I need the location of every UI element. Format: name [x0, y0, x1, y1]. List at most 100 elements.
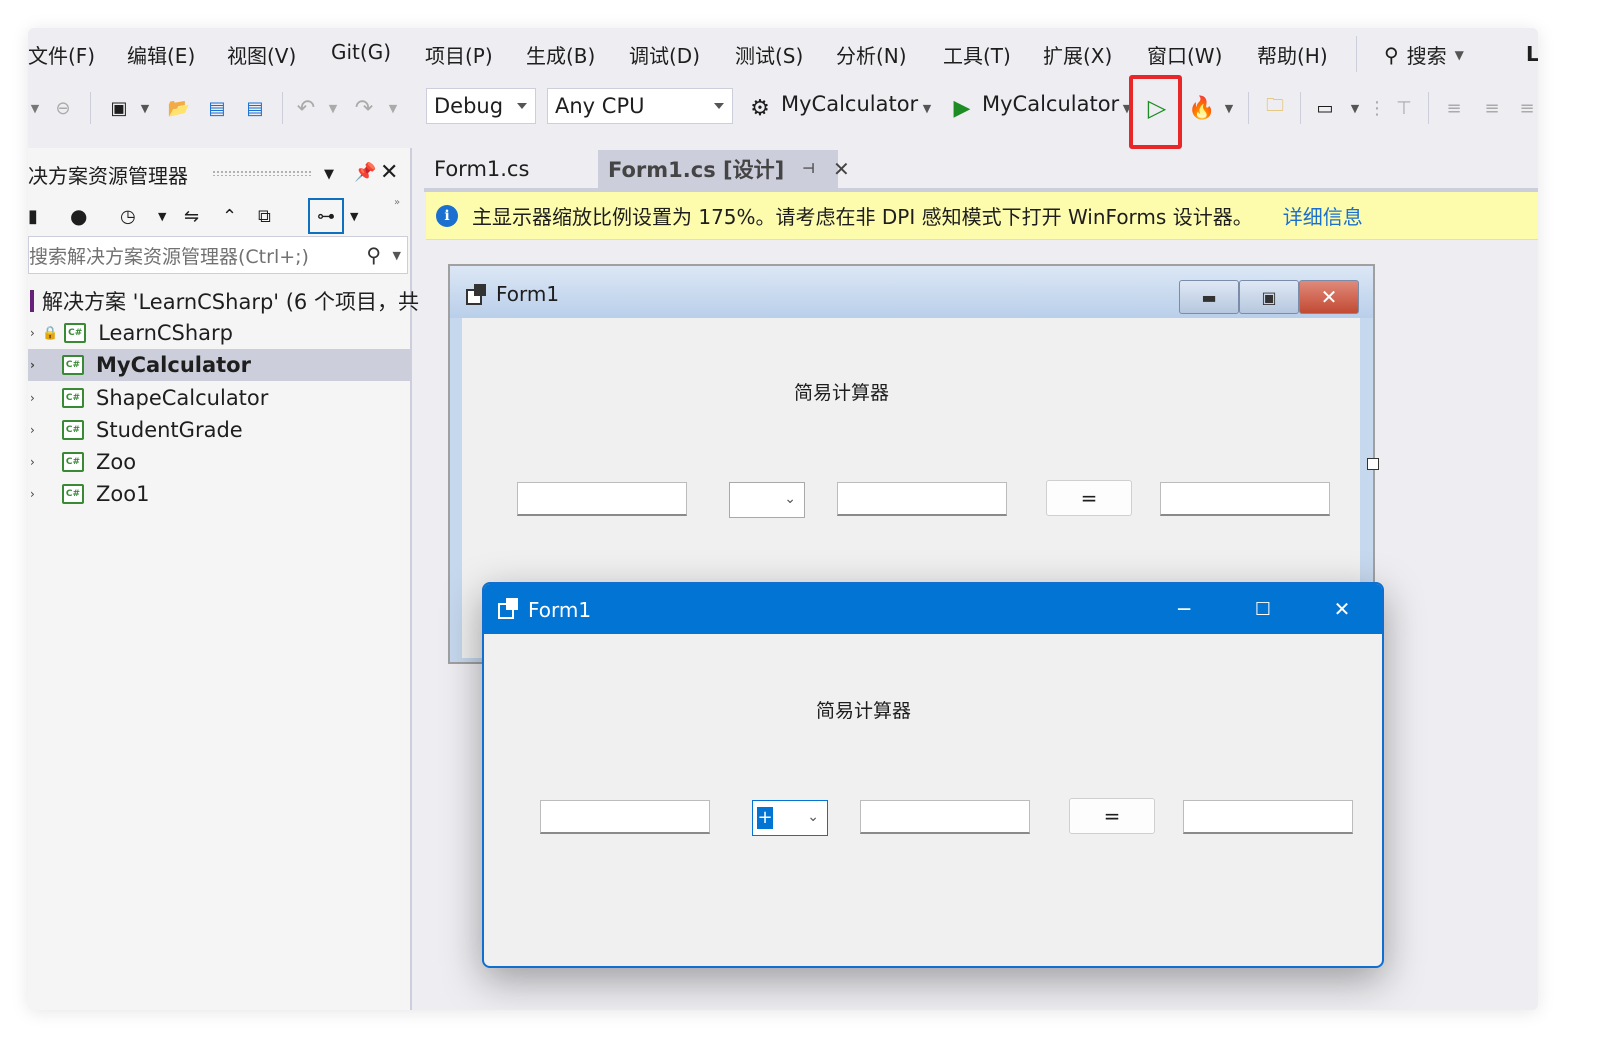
operand2-textbox[interactable]	[860, 800, 1030, 834]
history-icon[interactable]: ◷	[120, 202, 136, 230]
hot-reload-icon[interactable]: 🔥	[1188, 94, 1216, 122]
close-icon[interactable]: ✕	[380, 158, 398, 186]
solution-explorer-title: 决方案资源管理器	[28, 164, 188, 188]
grip-icon: ⋮	[1368, 97, 1386, 119]
running-form-title: Form1	[528, 598, 592, 622]
chevron-down-icon[interactable]: ▼	[324, 160, 334, 188]
minimize-icon[interactable]: ─	[1159, 594, 1209, 624]
chevron-down-icon[interactable]: ▼	[326, 94, 340, 122]
running-titlebar[interactable]: Form1 ─ ☐ ✕	[484, 584, 1382, 634]
operand1-textbox[interactable]	[540, 800, 710, 834]
operand2-textbox[interactable]	[837, 482, 1007, 516]
project-node[interactable]: › C# StudentGrade	[28, 414, 412, 446]
menu-file[interactable]: 文件(F)	[28, 40, 95, 69]
drag-grip[interactable]	[212, 170, 312, 176]
project-node[interactable]: › C# Zoo1	[28, 478, 412, 510]
project-node[interactable]: › 🔒 C# LearnCSharp	[28, 317, 412, 349]
home-icon[interactable]: ▮	[28, 202, 38, 230]
menu-test[interactable]: 测试(S)	[735, 40, 803, 69]
operand1-textbox[interactable]	[517, 482, 687, 516]
project-node-selected[interactable]: › C# MyCalculator	[28, 349, 412, 381]
configuration-dropdown[interactable]: Debug	[426, 88, 536, 124]
save-icon[interactable]: ▤	[202, 94, 232, 122]
expand-icon[interactable]: ›	[30, 455, 35, 469]
copy-icon[interactable]: ⧉	[258, 202, 271, 230]
calculator-label: 简易计算器	[816, 700, 912, 722]
chevron-down-icon[interactable]: ▼	[158, 202, 166, 230]
start-debugging-button[interactable]: MyCalculator	[982, 92, 1119, 116]
align-right-icon[interactable]: ≡	[1516, 94, 1538, 122]
equals-button[interactable]: =	[1069, 798, 1155, 834]
expand-icon[interactable]: ›	[30, 423, 35, 437]
globe-icon[interactable]: ●	[70, 202, 87, 230]
csharp-project-icon: C#	[64, 323, 87, 343]
chevron-down-icon[interactable]: ▼	[350, 202, 358, 230]
menu-window[interactable]: 窗口(W)	[1147, 40, 1222, 69]
menu-git[interactable]: Git(G)	[331, 40, 391, 64]
resize-handle[interactable]	[1367, 458, 1379, 470]
account-initial[interactable]: L	[1526, 42, 1538, 66]
expand-icon[interactable]: ›	[30, 487, 35, 501]
chevron-down-icon[interactable]: ▼	[386, 94, 400, 122]
undo-icon[interactable]: ↶	[292, 94, 320, 122]
calculator-label[interactable]: 简易计算器	[794, 378, 889, 405]
chevron-down-icon[interactable]: ▼	[1348, 94, 1362, 122]
expand-icon[interactable]: ›	[30, 358, 35, 372]
operator-combobox[interactable]: + ⌄	[752, 800, 828, 836]
close-icon: ✕	[1299, 280, 1359, 314]
back-dropdown-icon[interactable]: ▼	[28, 94, 42, 122]
expand-icon[interactable]: ›	[30, 326, 35, 340]
result-textbox[interactable]	[1160, 482, 1330, 516]
gear-icon[interactable]: ⚙	[746, 94, 774, 122]
menu-analyze[interactable]: 分析(N)	[836, 40, 907, 69]
result-textbox[interactable]	[1183, 800, 1353, 834]
equals-button[interactable]: =	[1046, 480, 1132, 516]
close-icon[interactable]: ✕	[833, 157, 850, 181]
align-center-icon[interactable]: ≡	[1480, 94, 1504, 122]
forward-icon[interactable]: ⊖	[50, 94, 76, 122]
pin-icon[interactable]: 📌	[354, 158, 376, 186]
solution-node[interactable]: 解决方案 'LearnCSharp' (6 个项目，共	[28, 285, 419, 317]
folder-search-icon[interactable]: 🗀	[1260, 94, 1290, 122]
browser-icon[interactable]: ▭	[1310, 94, 1340, 122]
more-info-link[interactable]: 详细信息	[1283, 201, 1363, 230]
menu-tools[interactable]: 工具(T)	[943, 40, 1011, 69]
layout-icon[interactable]: ⊤	[1392, 94, 1416, 122]
align-left-icon[interactable]: ≡	[1442, 94, 1466, 122]
chevron-down-icon[interactable]: ▼	[1222, 94, 1236, 122]
project-label: Zoo1	[96, 482, 150, 506]
new-project-icon[interactable]: ▣	[104, 94, 134, 122]
platform-dropdown[interactable]: Any CPU	[547, 88, 733, 124]
tab-form1-designer[interactable]: Form1.cs [设计] ⊣ ✕	[598, 150, 850, 188]
startup-project-selector[interactable]: MyCalculator	[781, 92, 918, 116]
menu-view[interactable]: 视图(V)	[227, 40, 296, 69]
search-box[interactable]: ⚲ 搜索 ▼	[1384, 40, 1464, 69]
menu-help[interactable]: 帮助(H)	[1257, 40, 1328, 69]
tab-form1-code[interactable]: Form1.cs	[424, 150, 596, 188]
solution-search-input[interactable]: 搜索解决方案资源管理器(Ctrl+;) ⚲ ▼	[28, 236, 408, 274]
project-node[interactable]: › C# Zoo	[28, 446, 412, 478]
redo-icon[interactable]: ↷	[350, 94, 378, 122]
chevron-down-icon[interactable]: ▼	[138, 94, 152, 122]
expand-icon[interactable]: ›	[30, 391, 35, 405]
open-folder-icon[interactable]: 📂	[164, 94, 194, 122]
save-all-icon[interactable]: ▤	[240, 94, 270, 122]
tree-view-icon[interactable]: ⊶	[308, 198, 344, 234]
collapse-all-icon[interactable]: ⌃	[222, 202, 237, 230]
menu-project[interactable]: 项目(P)	[425, 40, 493, 69]
menu-build[interactable]: 生成(B)	[526, 40, 595, 69]
chevron-down-icon[interactable]: ▼	[920, 94, 934, 122]
overflow-icon[interactable]: »	[394, 188, 400, 216]
pin-icon[interactable]: ⊣	[802, 161, 815, 177]
search-label: 搜索	[1406, 44, 1447, 68]
operator-combobox[interactable]: ⌄	[729, 482, 805, 518]
sync-icon[interactable]: ⇋	[184, 202, 199, 230]
close-icon[interactable]: ✕	[1317, 594, 1367, 624]
menu-edit[interactable]: 编辑(E)	[127, 40, 195, 69]
play-icon[interactable]: ▶	[948, 94, 976, 122]
menu-debug[interactable]: 调试(D)	[629, 40, 700, 69]
maximize-icon[interactable]: ☐	[1238, 594, 1288, 624]
project-node[interactable]: › C# ShapeCalculator	[28, 382, 412, 414]
project-label: ShapeCalculator	[96, 386, 269, 410]
menu-extensions[interactable]: 扩展(X)	[1043, 40, 1112, 69]
